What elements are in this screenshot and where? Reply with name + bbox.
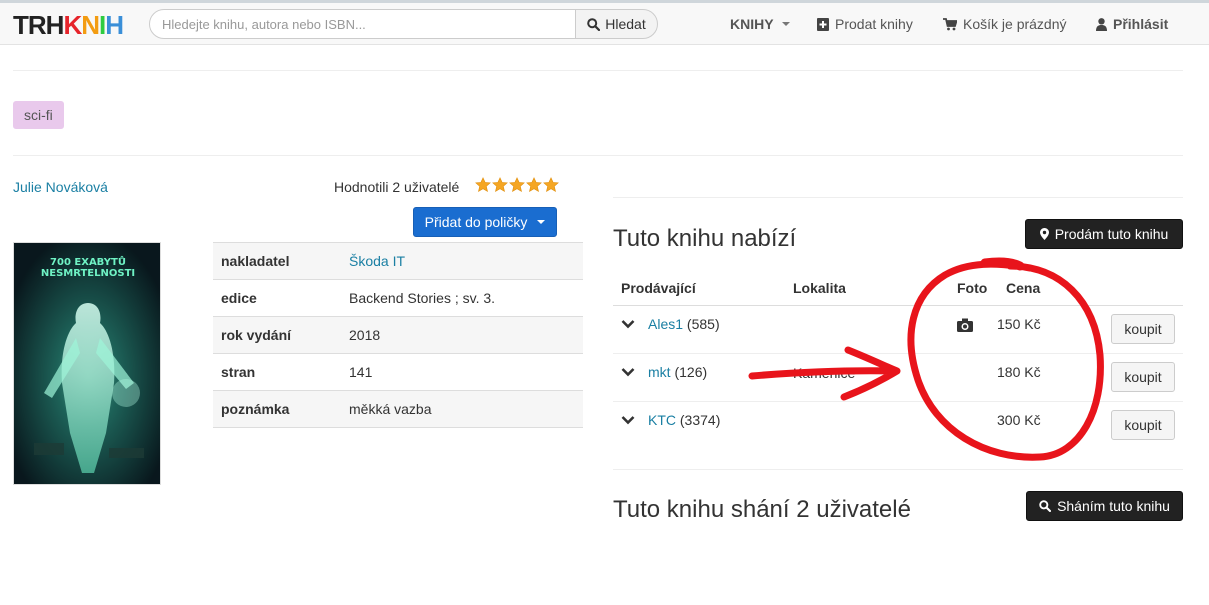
rating-stars (475, 177, 559, 193)
column-header-price: Cena (1006, 280, 1041, 296)
wanted-heading: Tuto knihu shání 2 uživatelé (613, 496, 911, 523)
offers-heading: Tuto knihu nabízí (613, 225, 797, 252)
buy-button[interactable]: koupit (1111, 362, 1175, 392)
detail-key: nakladatel (213, 242, 341, 280)
detail-row: edice Backend Stories ; sv. 3. (213, 279, 583, 317)
nav-sell-label: Prodat knihy (835, 16, 913, 32)
nav-books-dropdown[interactable]: KNIHY (730, 16, 790, 32)
detail-row: rok vydání 2018 (213, 316, 583, 354)
divider (13, 70, 1183, 71)
detail-row: poznámka měkká vazba (213, 390, 583, 428)
star-icon (492, 177, 508, 193)
divider (613, 197, 1183, 198)
detail-value-cell: měkká vazba (341, 390, 583, 428)
column-header-seller: Prodávající (621, 280, 696, 296)
chevron-down-icon[interactable] (621, 415, 635, 425)
chevron-down-icon[interactable] (621, 319, 635, 329)
add-to-shelf-button[interactable]: Přidat do poličky (413, 207, 557, 237)
detail-row: stran 141 (213, 353, 583, 391)
offer-location: Kamenice (793, 365, 856, 381)
search-button-label: Hledat (605, 16, 646, 32)
detail-value-cell: Backend Stories ; sv. 3. (341, 279, 583, 317)
seller-link[interactable]: mkt (648, 364, 671, 380)
nav-books-label: KNIHY (730, 16, 774, 32)
column-header-photo: Foto (957, 280, 988, 296)
star-icon (543, 177, 559, 193)
offer-row: KTC (3374) (648, 412, 720, 428)
publisher-link[interactable]: Škoda IT (349, 253, 405, 269)
chevron-down-icon (537, 220, 546, 224)
detail-key: edice (213, 279, 341, 317)
search-icon (587, 17, 601, 31)
nav-login[interactable]: Přihlásit (1096, 16, 1168, 32)
seller-link[interactable]: Ales1 (648, 316, 683, 332)
offer-row: mkt (126) (648, 364, 707, 380)
map-marker-icon (1039, 228, 1049, 240)
rating-text: Hodnotili 2 uživatelé (334, 179, 460, 195)
buy-button[interactable]: koupit (1111, 314, 1175, 344)
row-divider (613, 401, 1183, 402)
author-link[interactable]: Julie Nováková (13, 179, 108, 195)
detail-value-cell: 2018 (341, 316, 583, 354)
user-icon (1096, 17, 1107, 31)
genre-tag[interactable]: sci-fi (13, 101, 64, 129)
cart-icon (943, 17, 957, 30)
sell-this-book-button[interactable]: Prodám tuto knihu (1025, 219, 1183, 249)
seller-rating-count: (3374) (679, 412, 721, 428)
page-title-cut-off: ​ (14, 30, 234, 48)
detail-key: poznámka (213, 390, 341, 428)
star-icon (475, 177, 491, 193)
camera-icon[interactable] (957, 318, 973, 332)
seller-rating-count: (585) (686, 316, 720, 332)
offer-price: 150 Kč (997, 316, 1041, 332)
seller-rating-count: (126) (674, 364, 708, 380)
detail-key: stran (213, 353, 341, 391)
nav-sell-books[interactable]: Prodat knihy (817, 16, 913, 32)
annotation-circle-top-stroke (980, 257, 1025, 271)
divider (613, 469, 1183, 470)
chevron-down-icon (781, 22, 790, 26)
want-this-book-button[interactable]: Sháním tuto knihu (1026, 491, 1183, 521)
nav-cart[interactable]: Košík je prázdný (943, 16, 1067, 32)
search-button[interactable]: Hledat (575, 9, 658, 39)
column-header-location: Lokalita (793, 280, 846, 296)
offer-price: 300 Kč (997, 412, 1041, 428)
row-divider (613, 353, 1183, 354)
detail-value-cell: 141 (341, 353, 583, 391)
cover-title: 700 EXABYTŮ NESMRTELNOSTI (40, 257, 136, 279)
detail-value-cell: Škoda IT (341, 242, 583, 280)
want-this-book-label: Sháním tuto knihu (1057, 498, 1170, 514)
detail-key: rok vydání (213, 316, 341, 354)
add-to-shelf-label: Přidat do poličky (424, 214, 528, 230)
divider (13, 155, 1183, 156)
plus-square-icon (817, 17, 829, 31)
book-details-table: nakladatel Škoda IT edice Backend Stories ;… (213, 242, 583, 428)
detail-row: nakladatel Škoda IT (213, 242, 583, 280)
buy-button[interactable]: koupit (1111, 410, 1175, 440)
seller-link[interactable]: KTC (648, 412, 676, 428)
offer-price: 180 Kč (997, 364, 1041, 380)
search-icon (1039, 500, 1052, 512)
offer-row: Ales1 (585) (648, 316, 720, 332)
star-icon (509, 177, 525, 193)
sell-this-book-label: Prodám tuto knihu (1054, 226, 1169, 242)
chevron-down-icon[interactable] (621, 367, 635, 377)
book-cover-image[interactable]: 700 EXABYTŮ NESMRTELNOSTI (13, 242, 161, 485)
star-icon (526, 177, 542, 193)
table-header-line (613, 305, 1183, 306)
nav-cart-label: Košík je prázdný (963, 16, 1067, 32)
nav-login-label: Přihlásit (1113, 16, 1169, 32)
